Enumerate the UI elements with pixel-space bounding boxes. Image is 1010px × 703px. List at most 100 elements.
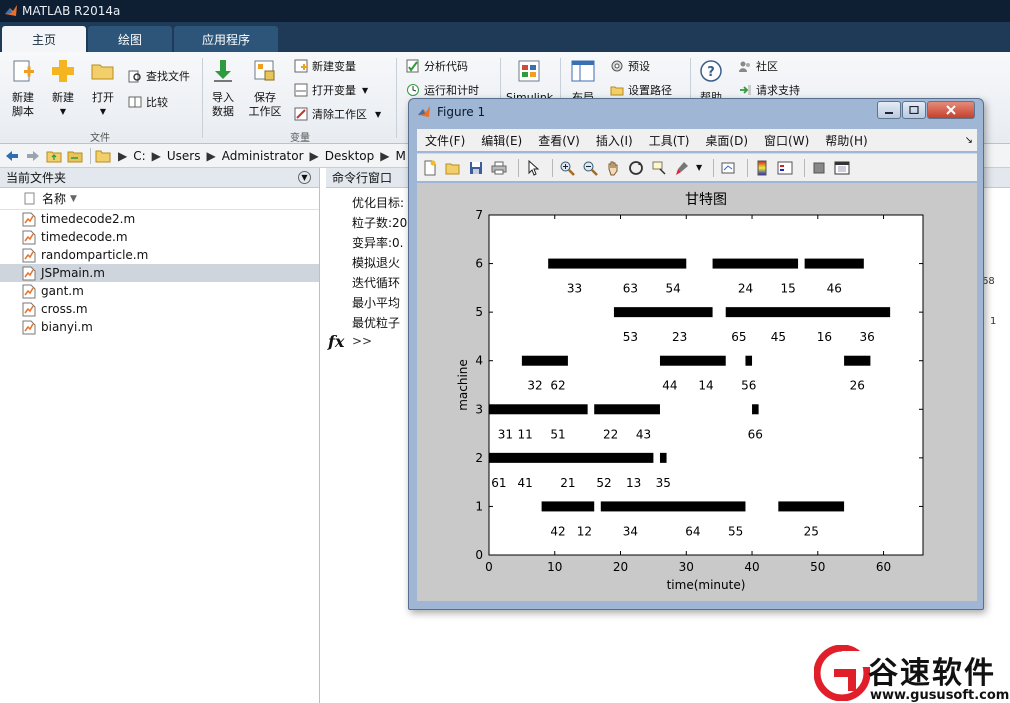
- open-file-icon[interactable]: [444, 159, 462, 177]
- panel-actions-icon[interactable]: ▼: [298, 171, 311, 184]
- breadcrumb-item[interactable]: Users: [167, 149, 201, 163]
- save-workspace-button[interactable]: 保存 工作区: [242, 58, 288, 119]
- up-folder-icon[interactable]: [45, 148, 63, 164]
- command-output-line: 最优粒子: [352, 316, 401, 330]
- request-support-button[interactable]: 请求支持: [738, 82, 800, 98]
- list-item[interactable]: JSPmain.m: [0, 264, 319, 282]
- y-tick-label: 7: [475, 208, 483, 222]
- close-button[interactable]: [927, 101, 975, 119]
- operation-label: 45: [771, 330, 786, 344]
- menu-window[interactable]: 窗口(W): [764, 132, 809, 149]
- set-path-button[interactable]: 设置路径: [610, 82, 672, 98]
- list-item[interactable]: randomparticle.m: [0, 246, 319, 264]
- menu-file[interactable]: 文件(F): [425, 132, 465, 149]
- matlab-file-icon: [22, 284, 36, 298]
- tab-home[interactable]: 主页: [2, 26, 86, 52]
- list-item[interactable]: timedecode2.m: [0, 210, 319, 228]
- file-name: timedecode.m: [41, 230, 128, 244]
- open-variable-dropdown-arrow[interactable]: ▼: [362, 86, 368, 95]
- gantt-bar: [844, 355, 871, 366]
- zoom-in-icon[interactable]: [558, 159, 576, 177]
- forward-arrow-icon[interactable]: [24, 148, 42, 164]
- minimize-button[interactable]: [877, 101, 901, 119]
- brush-dropdown-arrow[interactable]: ▼: [696, 163, 702, 172]
- hide-plot-tools-icon[interactable]: [810, 159, 828, 177]
- zoom-out-icon[interactable]: [581, 159, 599, 177]
- import-data-button[interactable]: 导入 数据: [200, 58, 246, 119]
- data-cursor-icon[interactable]: [650, 159, 668, 177]
- gantt-bar: [594, 404, 660, 415]
- new-figure-icon[interactable]: [421, 159, 439, 177]
- run-and-time-button[interactable]: 运行和计时: [406, 82, 479, 98]
- pan-hand-icon[interactable]: [604, 159, 622, 177]
- open-variable-button[interactable]: 打开变量 ▼: [294, 82, 368, 98]
- tab-apps[interactable]: 应用程序: [174, 26, 278, 52]
- compare-button[interactable]: 比较: [128, 94, 168, 110]
- operation-label: 55: [728, 524, 743, 538]
- insert-colorbar-icon[interactable]: [753, 159, 771, 177]
- clear-workspace-dropdown-arrow[interactable]: ▼: [375, 110, 381, 119]
- community-button[interactable]: 社区: [738, 58, 778, 74]
- menu-insert[interactable]: 插入(I): [596, 132, 633, 149]
- y-tick-label: 6: [475, 257, 483, 271]
- operation-label: 43: [636, 427, 651, 441]
- gantt-chart[interactable]: 33 63 54 24 15 4653 23 65 45 16 3632 62 44 14 56 2631 11…: [417, 183, 977, 601]
- x-axis-label: time(minute): [667, 578, 746, 592]
- list-item[interactable]: bianyi.m: [0, 318, 319, 336]
- print-icon[interactable]: [490, 159, 508, 177]
- operation-label: 13: [626, 476, 641, 490]
- operation-label: 62: [550, 379, 565, 393]
- figure-canvas[interactable]: 33 63 54 24 15 46 53 23 65 45 16 36 32 62 44 14 56 26 31 11…: [417, 183, 977, 601]
- menu-tools[interactable]: 工具(T): [649, 132, 690, 149]
- current-folder-title: 当前文件夹: [6, 171, 67, 185]
- gantt-bar: [804, 258, 864, 269]
- operation-label: 32: [527, 379, 542, 393]
- analyze-code-button[interactable]: 分析代码: [406, 58, 468, 74]
- save-icon[interactable]: [467, 159, 485, 177]
- maximize-button[interactable]: [902, 101, 926, 119]
- gantt-bar: [659, 355, 726, 366]
- file-name: randomparticle.m: [41, 248, 149, 262]
- dock-figure-icon[interactable]: ↘: [965, 135, 973, 146]
- folder-open-icon: [91, 64, 114, 80]
- preferences-button[interactable]: 预设: [610, 58, 650, 74]
- breadcrumb-item[interactable]: C:: [133, 149, 145, 163]
- clear-workspace-label: 清除工作区: [312, 108, 367, 121]
- operation-label: 41: [518, 476, 533, 490]
- link-plot-icon[interactable]: [719, 159, 737, 177]
- gantt-bar: [521, 355, 568, 366]
- edit-plot-arrow-icon[interactable]: [524, 159, 542, 177]
- brush-icon[interactable]: [673, 159, 691, 177]
- list-item[interactable]: gant.m: [0, 282, 319, 300]
- breadcrumb-item[interactable]: M: [396, 149, 406, 163]
- menu-help[interactable]: 帮助(H): [825, 132, 867, 149]
- list-item[interactable]: timedecode.m: [0, 228, 319, 246]
- breadcrumb-item[interactable]: Desktop: [325, 149, 375, 163]
- open-button[interactable]: 打开 ▼: [80, 58, 126, 119]
- clear-workspace-button[interactable]: 清除工作区 ▼: [294, 106, 381, 122]
- file-name: gant.m: [41, 284, 84, 298]
- function-browser-icon[interactable]: fx: [328, 332, 344, 351]
- back-arrow-icon[interactable]: [3, 148, 21, 164]
- show-plot-tools-icon[interactable]: [833, 159, 851, 177]
- name-column-header[interactable]: 名称 ▼: [0, 188, 319, 210]
- breadcrumb-item[interactable]: Administrator: [222, 149, 304, 163]
- find-files-button[interactable]: 查找文件: [128, 68, 190, 84]
- menu-edit[interactable]: 编辑(E): [481, 132, 522, 149]
- gantt-bar: [712, 258, 799, 269]
- list-item[interactable]: cross.m: [0, 300, 319, 318]
- simulink-icon: [518, 60, 540, 82]
- command-output-fragment: 1: [990, 316, 997, 327]
- tab-plots[interactable]: 绘图: [88, 26, 172, 52]
- new-variable-button[interactable]: 新建变量: [294, 58, 356, 74]
- browse-folder-icon[interactable]: [66, 148, 84, 164]
- file-name: cross.m: [41, 302, 88, 316]
- rotate-3d-icon[interactable]: [627, 159, 645, 177]
- operation-label: 14: [698, 379, 713, 393]
- command-prompt[interactable]: >>: [352, 334, 372, 348]
- preferences-label: 预设: [628, 60, 650, 73]
- minimize-icon: [885, 112, 893, 114]
- menu-desktop[interactable]: 桌面(D): [705, 132, 748, 149]
- insert-legend-icon[interactable]: [776, 159, 794, 177]
- menu-view[interactable]: 查看(V): [538, 132, 580, 149]
